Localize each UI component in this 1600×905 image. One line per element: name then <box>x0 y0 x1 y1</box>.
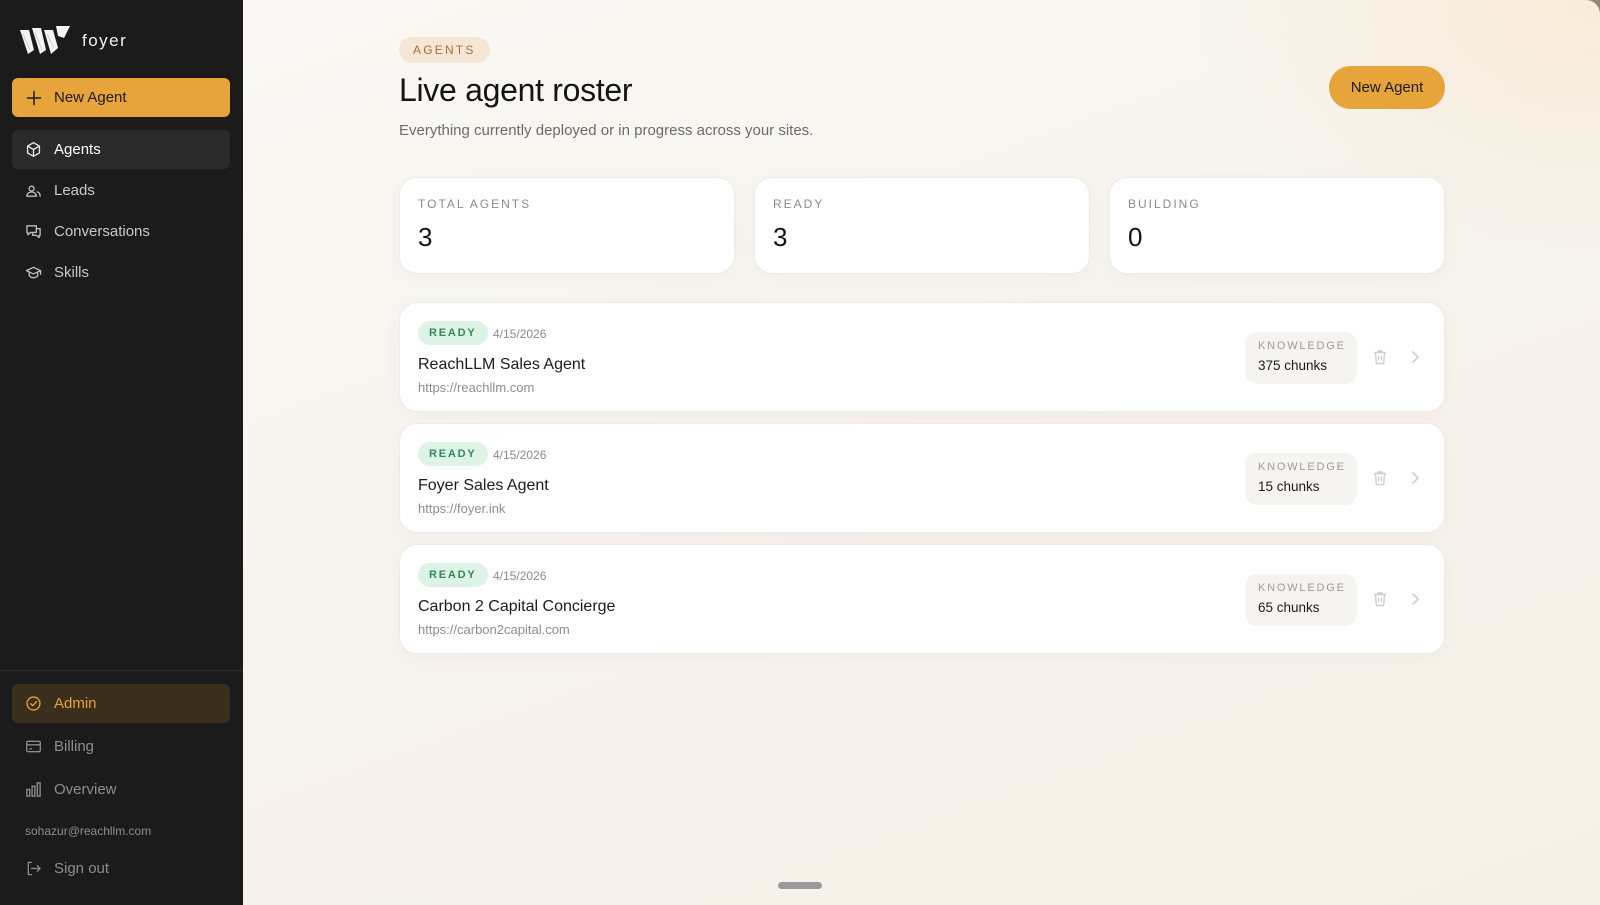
stats-row: TOTAL AGENTS 3 READY 3 BUILDING 0 <box>399 177 1445 274</box>
knowledge-value: 65 chunks <box>1258 600 1320 615</box>
agent-url: https://foyer.ink <box>418 501 506 516</box>
agent-name: Foyer Sales Agent <box>418 477 549 494</box>
section-eyebrow: AGENTS <box>399 37 490 63</box>
stat-value: 3 <box>418 222 433 252</box>
new-agent-sidebar-button[interactable]: New Agent <box>12 78 230 117</box>
main-content: AGENTS Live agent roster Everything curr… <box>243 0 1600 905</box>
cube-icon <box>26 142 41 157</box>
new-agent-sidebar-label: New Agent <box>54 89 127 106</box>
knowledge-label: KNOWLEDGE <box>1258 582 1346 594</box>
knowledge-value: 375 chunks <box>1258 358 1328 373</box>
stat-label: TOTAL AGENTS <box>418 197 532 211</box>
knowledge-pill: KNOWLEDGE 65 chunks <box>1245 574 1357 626</box>
agent-url: https://carbon2capital.com <box>418 622 570 637</box>
agent-date: 4/15/2026 <box>493 448 547 462</box>
scroll-handle[interactable] <box>778 882 822 889</box>
bottom-nav: Admin Billing Overview <box>12 684 230 813</box>
trash-icon[interactable] <box>1371 348 1389 366</box>
sidebar-item-label: Skills <box>54 264 90 281</box>
agent-card[interactable]: READY 4/15/2026 Foyer Sales Agent https:… <box>399 423 1445 533</box>
agent-name: Carbon 2 Capital Concierge <box>418 598 616 615</box>
brand-name: foyer <box>82 31 128 50</box>
stat-value: 3 <box>773 222 788 252</box>
knowledge-label: KNOWLEDGE <box>1258 461 1346 473</box>
sign-out-button[interactable]: Sign out <box>12 849 230 888</box>
stat-label: BUILDING <box>1128 197 1201 211</box>
graduation-cap-icon <box>25 266 42 279</box>
status-badge: READY <box>418 321 488 345</box>
page-title: Live agent roster <box>399 72 633 108</box>
sidebar-item-label: Leads <box>54 182 95 199</box>
sidebar-item-conversations[interactable]: Conversations <box>12 212 230 251</box>
agent-date: 4/15/2026 <box>493 569 547 583</box>
knowledge-pill: KNOWLEDGE 15 chunks <box>1245 453 1357 505</box>
check-circle-icon <box>26 696 41 711</box>
chevron-right-icon[interactable] <box>1408 591 1422 607</box>
agent-list: READY 4/15/2026 ReachLLM Sales Agent htt… <box>399 302 1445 665</box>
leads-icon <box>26 185 41 197</box>
stat-card-total-agents: TOTAL AGENTS 3 <box>399 177 735 274</box>
sidebar-item-admin[interactable]: Admin <box>12 684 230 723</box>
page-subtitle: Everything currently deployed or in prog… <box>399 122 814 139</box>
agent-date: 4/15/2026 <box>493 327 547 341</box>
agent-card[interactable]: READY 4/15/2026 ReachLLM Sales Agent htt… <box>399 302 1445 412</box>
stat-value: 0 <box>1128 222 1143 252</box>
sidebar-item-label: Overview <box>54 781 117 798</box>
sidebar-item-skills[interactable]: Skills <box>12 253 230 292</box>
sidebar-item-leads[interactable]: Leads <box>12 171 230 210</box>
stat-card-ready: READY 3 <box>754 177 1090 274</box>
sidebar-item-billing[interactable]: Billing <box>12 727 230 766</box>
new-agent-button[interactable]: New Agent <box>1329 66 1445 109</box>
sidebar-item-overview[interactable]: Overview <box>12 770 230 809</box>
sign-out-label: Sign out <box>54 860 110 877</box>
sidebar-divider <box>0 670 243 671</box>
agent-url: https://reachllm.com <box>418 380 535 395</box>
sign-out-icon <box>27 861 41 876</box>
agent-card[interactable]: READY 4/15/2026 Carbon 2 Capital Concier… <box>399 544 1445 654</box>
brand[interactable]: foyer <box>20 24 127 58</box>
knowledge-value: 15 chunks <box>1258 479 1320 494</box>
chat-icon <box>26 225 41 239</box>
chevron-right-icon[interactable] <box>1408 349 1422 365</box>
sidebar-item-label: Conversations <box>54 223 150 240</box>
status-badge: READY <box>418 442 488 466</box>
foyer-logo-icon <box>20 26 70 54</box>
stat-label: READY <box>773 197 825 211</box>
chevron-right-icon[interactable] <box>1408 470 1422 486</box>
main-nav: Agents Leads Conversations Skills <box>12 130 230 294</box>
knowledge-label: KNOWLEDGE <box>1258 340 1346 352</box>
stat-card-building: BUILDING 0 <box>1109 177 1445 274</box>
bar-chart-icon <box>26 782 41 797</box>
sidebar-item-label: Admin <box>54 695 97 712</box>
plus-icon <box>26 90 42 105</box>
sidebar-item-label: Agents <box>54 141 101 158</box>
credit-card-icon <box>26 740 41 753</box>
sidebar: foyer New Agent Agents Leads Conversatio… <box>0 0 243 905</box>
trash-icon[interactable] <box>1371 590 1389 608</box>
knowledge-pill: KNOWLEDGE 375 chunks <box>1245 332 1357 384</box>
sidebar-item-agents[interactable]: Agents <box>12 130 230 169</box>
user-email: sohazur@reachllm.com <box>25 824 152 838</box>
status-badge: READY <box>418 563 488 587</box>
agent-name: ReachLLM Sales Agent <box>418 356 586 373</box>
sidebar-item-label: Billing <box>54 738 95 755</box>
trash-icon[interactable] <box>1371 469 1389 487</box>
